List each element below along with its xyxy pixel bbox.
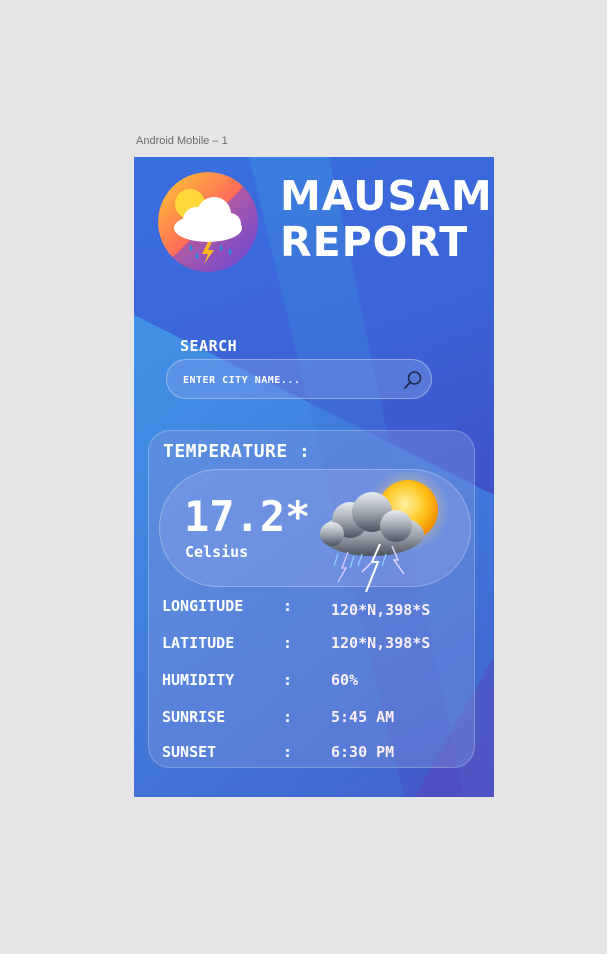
detail-separator: : — [283, 597, 293, 615]
app-screen: MAUSAM REPORT SEARCH TEMPERATURE : 17.2*… — [134, 157, 494, 797]
detail-label: HUMIDITY — [162, 671, 235, 689]
detail-label: LATITUDE — [162, 634, 235, 652]
detail-label: LONGITUDE — [162, 597, 244, 615]
detail-row-latitude: LATITUDE : 120*N,398*S — [162, 634, 462, 654]
weather-logo-icon — [158, 172, 258, 272]
detail-value: 6:30 PM — [331, 743, 395, 761]
detail-separator: : — [283, 743, 293, 761]
detail-value: 5:45 AM — [331, 708, 395, 726]
app-title: MAUSAM REPORT — [280, 173, 493, 265]
app-title-line2: REPORT — [280, 218, 469, 266]
search-label: SEARCH — [180, 337, 238, 355]
search-input[interactable] — [181, 368, 395, 392]
search-bar[interactable] — [166, 359, 432, 399]
temperature-panel: 17.2* Celsius — [159, 468, 471, 593]
app-title-line1: MAUSAM — [280, 172, 493, 220]
thunderstorm-sun-icon — [308, 468, 450, 596]
detail-label: SUNSET — [162, 743, 217, 761]
search-icon[interactable] — [403, 370, 423, 390]
detail-separator: : — [283, 634, 293, 652]
temperature-value: 17.2* — [184, 492, 311, 541]
detail-label: SUNRISE — [162, 708, 226, 726]
detail-value: 120*N,398*S — [331, 601, 431, 619]
temperature-unit: Celsius — [185, 543, 249, 561]
weather-card: TEMPERATURE : 17.2* Celsius LONGITUDE: … — [148, 430, 475, 768]
detail-separator: : — [283, 671, 293, 689]
detail-value: 120*N,398*S — [331, 634, 431, 652]
temperature-heading: TEMPERATURE : — [163, 441, 311, 462]
detail-row-sunrise: SUNRISE : 5:45 AM — [162, 708, 462, 728]
frame-label: Android Mobile – 1 — [136, 135, 228, 147]
detail-value: 60% — [331, 671, 359, 689]
detail-separator: : — [283, 708, 293, 726]
detail-row-longitude: LONGITUDE : 120*N,398*S — [162, 597, 462, 619]
detail-row-sunset: SUNSET : 6:30 PM — [162, 743, 462, 763]
detail-row-humidity: HUMIDITY : 60% — [162, 671, 462, 691]
